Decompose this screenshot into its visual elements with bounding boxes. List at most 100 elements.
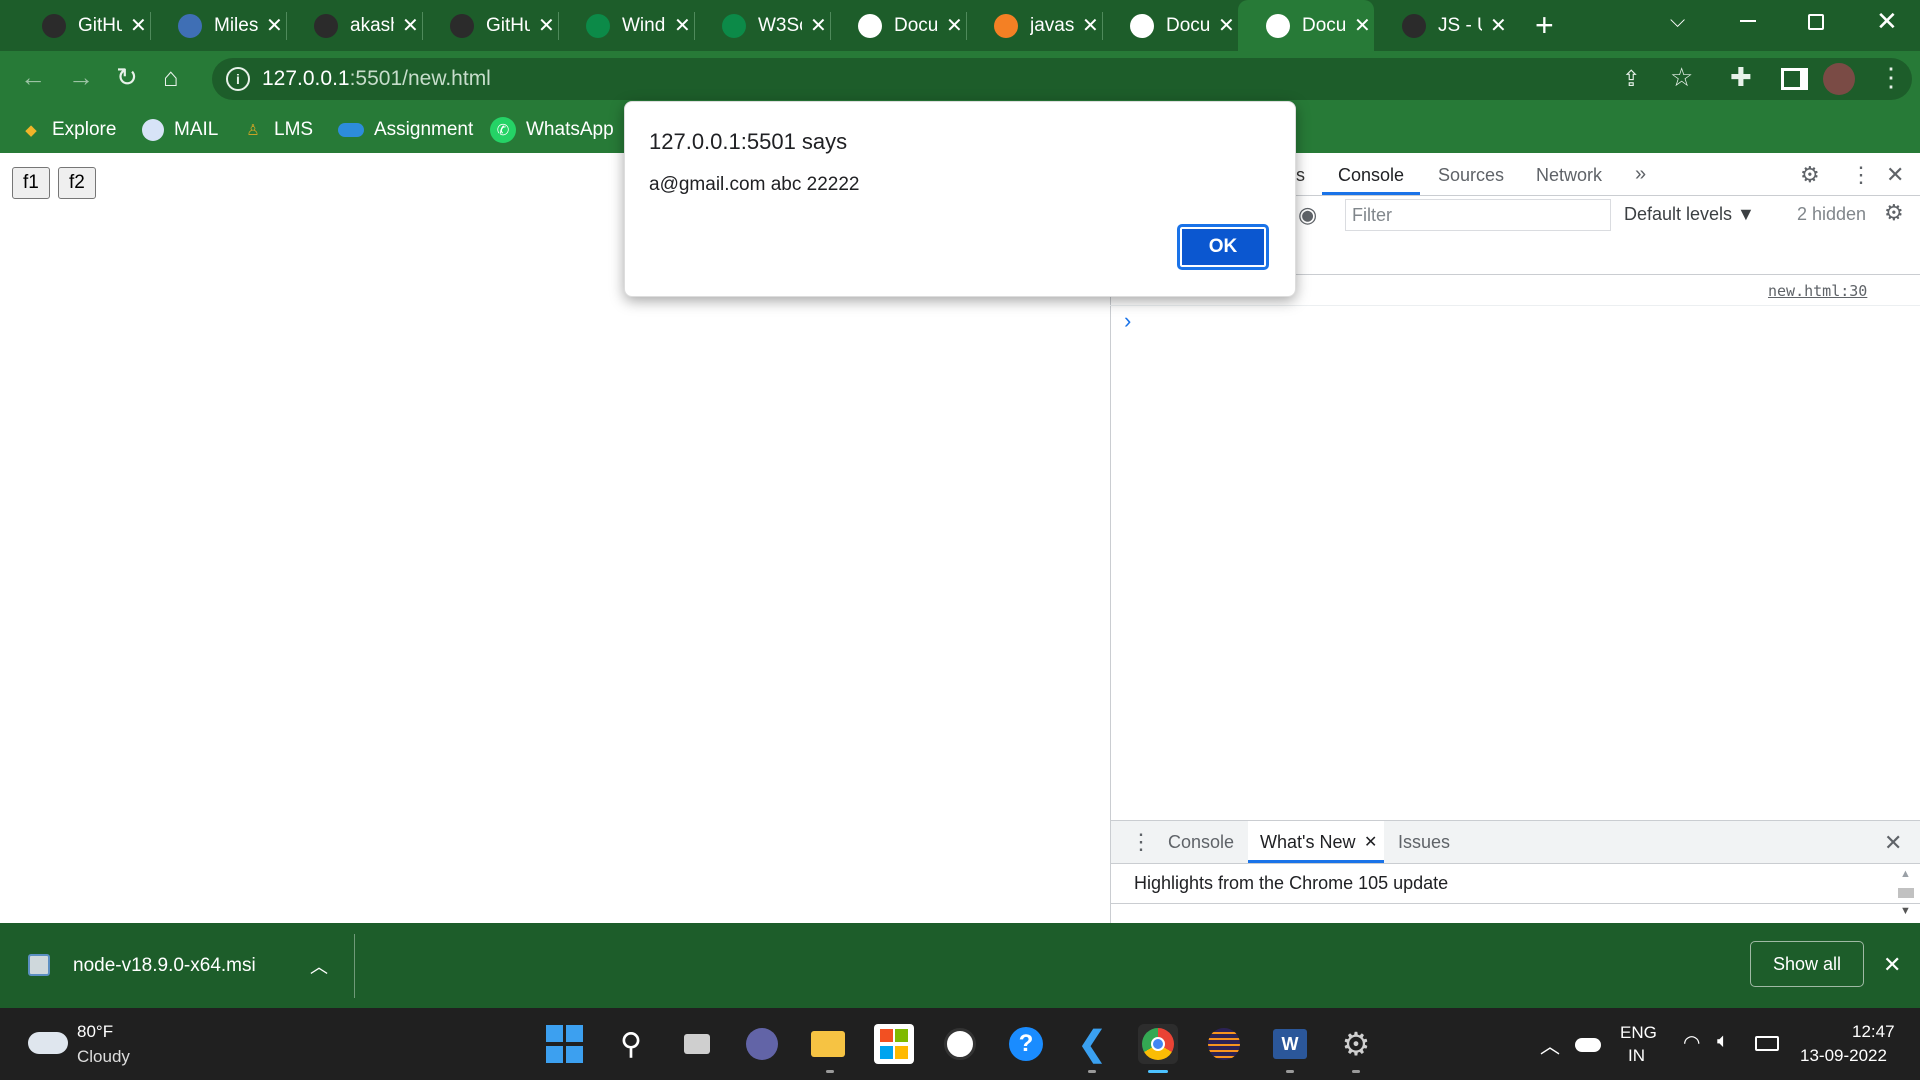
alert-ok-button[interactable]: OK <box>1177 224 1269 270</box>
live-expression-eye-icon[interactable]: ◉ <box>1298 202 1317 228</box>
close-tab-icon[interactable]: ✕ <box>1218 13 1235 38</box>
browser-tab[interactable]: javas ✕ <box>966 0 1102 51</box>
settings-gear-icon[interactable]: ⚙ <box>1336 1024 1376 1064</box>
language-top[interactable]: ENG <box>1620 1023 1657 1043</box>
bookmark-star-icon[interactable]: ☆ <box>1670 64 1693 90</box>
search-icon[interactable]: ⚲ <box>611 1024 651 1064</box>
windows-start-icon[interactable] <box>544 1024 584 1064</box>
weather-cloud-icon[interactable] <box>28 1032 68 1054</box>
home-icon[interactable]: ⌂ <box>163 64 179 90</box>
clock-date[interactable]: 13-09-2022 <box>1800 1046 1887 1066</box>
task-view-icon[interactable] <box>677 1024 717 1064</box>
browser-tab[interactable]: Docu ✕ <box>830 0 966 51</box>
forward-icon[interactable]: → <box>68 64 94 90</box>
browser-tab[interactable]: Miles ✕ <box>150 0 286 51</box>
drawer-scrollbar[interactable]: ▲ ▼ <box>1896 868 1916 920</box>
close-tab-icon[interactable]: ✕ <box>1354 13 1371 38</box>
scroll-up-arrow-icon[interactable]: ▲ <box>1900 868 1911 880</box>
clock-time[interactable]: 12:47 <box>1852 1022 1895 1042</box>
close-shelf-icon[interactable]: ✕ <box>1883 952 1901 978</box>
bookmark-whatsapp[interactable]: ✆ WhatsApp <box>490 114 614 146</box>
wifi-icon[interactable]: ◠ <box>1683 1030 1700 1055</box>
show-all-button[interactable]: Show all <box>1750 941 1864 987</box>
site-info-icon[interactable]: i <box>226 67 250 91</box>
show-hidden-icons-chevron-icon[interactable]: ︿ <box>1540 1030 1560 1059</box>
language-bottom[interactable]: IN <box>1628 1046 1645 1066</box>
onedrive-icon <box>338 123 364 137</box>
browser-tab[interactable]: GitHu ✕ <box>422 0 558 51</box>
eclipse-icon[interactable] <box>1204 1024 1244 1064</box>
back-icon[interactable]: ← <box>20 64 46 90</box>
lms-icon: ♙ <box>246 122 260 139</box>
side-panel-icon[interactable] <box>1781 68 1808 90</box>
chrome-icon[interactable] <box>1138 1024 1178 1064</box>
word-icon[interactable]: W <box>1270 1024 1310 1064</box>
devtools-close-icon[interactable]: ✕ <box>1886 162 1904 188</box>
download-filename[interactable]: node-v18.9.0-x64.msi <box>73 955 256 977</box>
browser-tab[interactable]: Wind ✕ <box>558 0 694 51</box>
close-tab-icon[interactable]: ✕ <box>266 13 283 38</box>
volume-icon[interactable]: 🔈︎ <box>1717 1030 1729 1053</box>
vscode-icon[interactable]: ❮ <box>1072 1024 1112 1064</box>
devtools-menu-icon[interactable]: ⋮ <box>1850 162 1872 188</box>
close-tab-icon[interactable]: ✕ <box>130 13 147 38</box>
new-tab-button[interactable]: + <box>1535 9 1554 41</box>
bookmark-assignment[interactable]: Assignment <box>338 114 473 146</box>
drawer-tab-whats-new[interactable]: What's New ✕ <box>1248 821 1384 863</box>
drawer-close-icon[interactable]: ✕ <box>1884 830 1902 856</box>
more-menu-icon[interactable]: ⋮ <box>1878 64 1904 90</box>
github-desktop-icon[interactable] <box>940 1024 980 1064</box>
close-tab-icon[interactable]: ✕ <box>538 13 555 38</box>
onedrive-tray-icon[interactable] <box>1575 1038 1601 1052</box>
tab-search-icon[interactable]: ⌵ <box>1670 10 1685 33</box>
minimize-icon[interactable] <box>1740 20 1756 22</box>
close-tab-icon[interactable]: ✕ <box>810 13 827 38</box>
share-icon[interactable]: ⇪ <box>1622 66 1640 92</box>
console-settings-icon[interactable]: ⚙ <box>1884 200 1904 226</box>
devtools-tab-partial[interactable]: s <box>1296 165 1305 186</box>
download-menu-chevron-icon[interactable]: ︿ <box>310 953 328 979</box>
more-tabs-icon[interactable]: » <box>1635 163 1646 186</box>
devtools-tab-console[interactable]: Console <box>1338 165 1404 186</box>
browser-tab[interactable]: W3Sc ✕ <box>694 0 830 51</box>
close-tab-icon[interactable]: ✕ <box>1082 13 1099 38</box>
close-window-icon[interactable]: ✕ <box>1876 6 1898 37</box>
restore-icon[interactable] <box>1808 14 1824 30</box>
devtools-tab-network[interactable]: Network <box>1536 165 1602 186</box>
help-icon[interactable]: ? <box>1006 1024 1046 1064</box>
battery-icon[interactable] <box>1755 1036 1779 1051</box>
bookmark-lms[interactable]: ♙ LMS <box>242 114 313 146</box>
microsoft-store-icon[interactable] <box>874 1024 914 1064</box>
drawer-tab-issues[interactable]: Issues <box>1398 832 1450 853</box>
close-tab-icon[interactable]: ✕ <box>674 13 691 38</box>
close-tab-icon[interactable]: ✕ <box>1490 13 1507 38</box>
console-log-source-link[interactable]: new.html:30 <box>1768 282 1867 300</box>
devtools-tab-sources[interactable]: Sources <box>1438 165 1504 186</box>
active-tab-indicator <box>1322 192 1420 195</box>
file-explorer-icon[interactable] <box>808 1024 848 1064</box>
browser-tab[interactable]: Docu ✕ <box>1102 0 1238 51</box>
drawer-tab-close-icon[interactable]: ✕ <box>1364 832 1377 852</box>
browser-tab[interactable]: akash ✕ <box>286 0 422 51</box>
scroll-down-arrow-icon[interactable]: ▼ <box>1900 905 1911 917</box>
console-prompt-icon[interactable]: › <box>1124 308 1131 334</box>
browser-tab[interactable]: JS - U ✕ <box>1374 0 1510 51</box>
bookmark-explore[interactable]: ◆ Explore <box>20 114 116 146</box>
browser-tab[interactable]: Docu ✕ <box>1238 0 1374 51</box>
f1-button[interactable]: f1 <box>12 167 50 199</box>
bookmark-mail[interactable]: MAIL <box>142 114 218 146</box>
log-levels-dropdown[interactable]: Default levels ▼ <box>1624 204 1755 225</box>
drawer-tab-console[interactable]: Console <box>1168 832 1234 853</box>
f2-button[interactable]: f2 <box>58 167 96 199</box>
close-tab-icon[interactable]: ✕ <box>946 13 963 38</box>
browser-tab[interactable]: GitHu ✕ <box>14 0 150 51</box>
scrollbar-thumb[interactable] <box>1898 888 1914 898</box>
drawer-menu-icon[interactable]: ⋮ <box>1130 829 1152 855</box>
teams-chat-icon[interactable] <box>742 1024 782 1064</box>
reload-icon[interactable]: ↻ <box>116 64 138 90</box>
devtools-settings-icon[interactable]: ⚙ <box>1800 162 1820 188</box>
close-tab-icon[interactable]: ✕ <box>402 13 419 38</box>
extensions-icon[interactable]: ✚ <box>1730 64 1752 90</box>
avatar[interactable] <box>1823 63 1855 95</box>
url-text: 127.0.0.1:5501/new.html <box>262 67 491 91</box>
